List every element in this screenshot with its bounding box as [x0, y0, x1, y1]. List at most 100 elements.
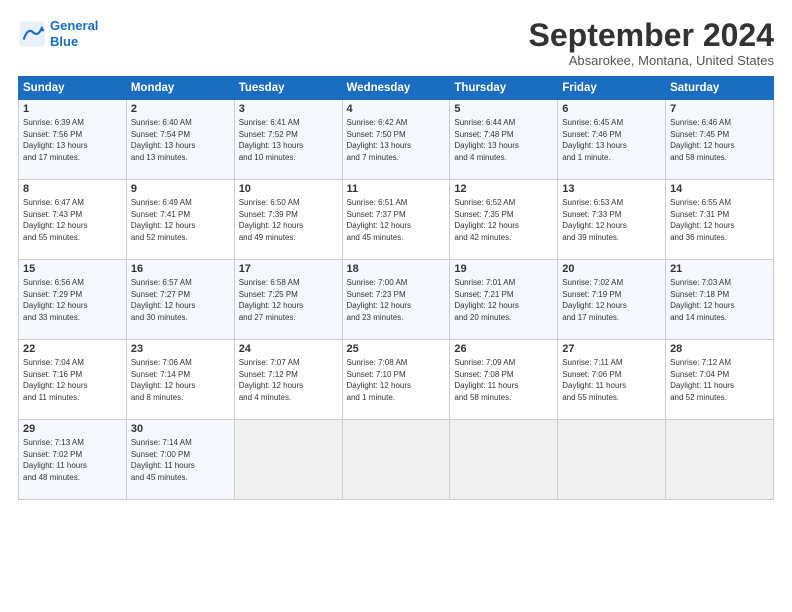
day-cell: [234, 420, 342, 500]
day-info: Sunrise: 6:53 AM Sunset: 7:33 PM Dayligh…: [562, 197, 661, 243]
day-info: Sunrise: 6:52 AM Sunset: 7:35 PM Dayligh…: [454, 197, 553, 243]
day-number: 18: [347, 263, 446, 275]
day-cell: 14 Sunrise: 6:55 AM Sunset: 7:31 PM Dayli…: [666, 180, 774, 260]
day-cell: 17Sunrise: 6:58 AM Sunset: 7:25 PM Dayli…: [234, 260, 342, 340]
week-row-4: 22 Sunrise: 7:04 AM Sunset: 7:16 PM Dayli…: [19, 340, 774, 420]
day-number: 8: [23, 183, 122, 195]
day-cell: 2 Sunrise: 6:40 AM Sunset: 7:54 PM Daylig…: [126, 100, 234, 180]
day-cell: 29 Sunrise: 7:13 AM Sunset: 7:02 PM Dayli…: [19, 420, 127, 500]
day-number: 3: [239, 103, 338, 115]
day-number: 22: [23, 343, 122, 355]
day-cell: 28Sunrise: 7:12 AM Sunset: 7:04 PM Dayli…: [666, 340, 774, 420]
day-number: 4: [347, 103, 446, 115]
day-number: 7: [670, 103, 769, 115]
day-cell: 23 Sunrise: 7:06 AM Sunset: 7:14 PM Dayli…: [126, 340, 234, 420]
day-info: Sunrise: 7:14 AM Sunset: 7:00 PM Dayligh…: [131, 437, 230, 483]
day-number: 13: [562, 183, 661, 195]
header-row: SundayMondayTuesdayWednesdayThursdayFrid…: [19, 77, 774, 100]
day-info: Sunrise: 6:46 AM Sunset: 7:45 PM Dayligh…: [670, 117, 769, 163]
title-block: September 2024 Absarokee, Montana, Unite…: [529, 18, 774, 68]
day-cell: 30Sunrise: 7:14 AM Sunset: 7:00 PM Dayli…: [126, 420, 234, 500]
day-number: 2: [131, 103, 230, 115]
day-number: 9: [131, 183, 230, 195]
day-info: Sunrise: 7:01 AM Sunset: 7:21 PM Dayligh…: [454, 277, 553, 323]
day-number: 6: [562, 103, 661, 115]
day-info: Sunrise: 6:45 AM Sunset: 7:46 PM Dayligh…: [562, 117, 661, 163]
header-cell-thursday: Thursday: [450, 77, 558, 100]
day-number: 5: [454, 103, 553, 115]
calendar-table: SundayMondayTuesdayWednesdayThursdayFrid…: [18, 76, 774, 500]
day-cell: 3 Sunrise: 6:41 AM Sunset: 7:52 PM Daylig…: [234, 100, 342, 180]
day-info: Sunrise: 7:03 AM Sunset: 7:18 PM Dayligh…: [670, 277, 769, 323]
day-cell: 19 Sunrise: 7:01 AM Sunset: 7:21 PM Dayli…: [450, 260, 558, 340]
day-cell: 25 Sunrise: 7:08 AM Sunset: 7:10 PM Dayli…: [342, 340, 450, 420]
day-info: Sunrise: 7:13 AM Sunset: 7:02 PM Dayligh…: [23, 437, 122, 483]
day-number: 11: [347, 183, 446, 195]
week-row-2: 8 Sunrise: 6:47 AM Sunset: 7:43 PM Daylig…: [19, 180, 774, 260]
day-cell: [450, 420, 558, 500]
day-number: 26: [454, 343, 553, 355]
day-info: Sunrise: 7:00 AM Sunset: 7:23 PM Dayligh…: [347, 277, 446, 323]
day-info: Sunrise: 6:47 AM Sunset: 7:43 PM Dayligh…: [23, 197, 122, 243]
day-number: 29: [23, 423, 122, 435]
day-info: Sunrise: 6:55 AM Sunset: 7:31 PM Dayligh…: [670, 197, 769, 243]
day-number: 24: [239, 343, 338, 355]
day-cell: 24 Sunrise: 7:07 AM Sunset: 7:12 PM Dayli…: [234, 340, 342, 420]
day-cell: 11Sunrise: 6:51 AM Sunset: 7:37 PM Dayli…: [342, 180, 450, 260]
day-info: Sunrise: 6:50 AM Sunset: 7:39 PM Dayligh…: [239, 197, 338, 243]
day-cell: [666, 420, 774, 500]
day-cell: 8 Sunrise: 6:47 AM Sunset: 7:43 PM Daylig…: [19, 180, 127, 260]
day-info: Sunrise: 7:02 AM Sunset: 7:19 PM Dayligh…: [562, 277, 661, 323]
day-cell: 5Sunrise: 6:44 AM Sunset: 7:48 PM Daylig…: [450, 100, 558, 180]
week-row-3: 15Sunrise: 6:56 AM Sunset: 7:29 PM Dayli…: [19, 260, 774, 340]
week-row-5: 29 Sunrise: 7:13 AM Sunset: 7:02 PM Dayli…: [19, 420, 774, 500]
day-cell: 16Sunrise: 6:57 AM Sunset: 7:27 PM Dayli…: [126, 260, 234, 340]
day-number: 28: [670, 343, 769, 355]
day-number: 12: [454, 183, 553, 195]
logo-blue: Blue: [50, 34, 98, 50]
header-cell-tuesday: Tuesday: [234, 77, 342, 100]
day-cell: 10 Sunrise: 6:50 AM Sunset: 7:39 PM Dayli…: [234, 180, 342, 260]
day-cell: 13 Sunrise: 6:53 AM Sunset: 7:33 PM Dayli…: [558, 180, 666, 260]
day-cell: 12 Sunrise: 6:52 AM Sunset: 7:35 PM Dayli…: [450, 180, 558, 260]
day-info: Sunrise: 6:40 AM Sunset: 7:54 PM Dayligh…: [131, 117, 230, 163]
day-number: 23: [131, 343, 230, 355]
day-info: Sunrise: 6:42 AM Sunset: 7:50 PM Dayligh…: [347, 117, 446, 163]
day-cell: 26 Sunrise: 7:09 AM Sunset: 7:08 PM Dayli…: [450, 340, 558, 420]
header-cell-wednesday: Wednesday: [342, 77, 450, 100]
day-number: 25: [347, 343, 446, 355]
day-cell: 20Sunrise: 7:02 AM Sunset: 7:19 PM Dayli…: [558, 260, 666, 340]
day-cell: 7 Sunrise: 6:46 AM Sunset: 7:45 PM Daylig…: [666, 100, 774, 180]
day-info: Sunrise: 6:49 AM Sunset: 7:41 PM Dayligh…: [131, 197, 230, 243]
day-number: 14: [670, 183, 769, 195]
day-info: Sunrise: 7:08 AM Sunset: 7:10 PM Dayligh…: [347, 357, 446, 403]
header-cell-sunday: Sunday: [19, 77, 127, 100]
day-info: Sunrise: 7:06 AM Sunset: 7:14 PM Dayligh…: [131, 357, 230, 403]
month-title: September 2024: [529, 18, 774, 53]
day-cell: [342, 420, 450, 500]
header-cell-friday: Friday: [558, 77, 666, 100]
day-cell: [558, 420, 666, 500]
day-cell: 22 Sunrise: 7:04 AM Sunset: 7:16 PM Dayli…: [19, 340, 127, 420]
day-cell: 4 Sunrise: 6:42 AM Sunset: 7:50 PM Daylig…: [342, 100, 450, 180]
day-cell: 6 Sunrise: 6:45 AM Sunset: 7:46 PM Daylig…: [558, 100, 666, 180]
day-info: Sunrise: 6:39 AM Sunset: 7:56 PM Dayligh…: [23, 117, 122, 163]
header-cell-monday: Monday: [126, 77, 234, 100]
day-info: Sunrise: 7:04 AM Sunset: 7:16 PM Dayligh…: [23, 357, 122, 403]
logo: General Blue: [18, 18, 98, 49]
day-info: Sunrise: 6:41 AM Sunset: 7:52 PM Dayligh…: [239, 117, 338, 163]
day-cell: 21 Sunrise: 7:03 AM Sunset: 7:18 PM Dayli…: [666, 260, 774, 340]
day-cell: 27Sunrise: 7:11 AM Sunset: 7:06 PM Dayli…: [558, 340, 666, 420]
day-info: Sunrise: 6:56 AM Sunset: 7:29 PM Dayligh…: [23, 277, 122, 323]
day-info: Sunrise: 7:11 AM Sunset: 7:06 PM Dayligh…: [562, 357, 661, 403]
day-cell: 18 Sunrise: 7:00 AM Sunset: 7:23 PM Dayli…: [342, 260, 450, 340]
day-number: 19: [454, 263, 553, 275]
day-number: 10: [239, 183, 338, 195]
day-info: Sunrise: 7:09 AM Sunset: 7:08 PM Dayligh…: [454, 357, 553, 403]
day-number: 17: [239, 263, 338, 275]
day-info: Sunrise: 6:57 AM Sunset: 7:27 PM Dayligh…: [131, 277, 230, 323]
page: General Blue September 2024 Absarokee, M…: [0, 0, 792, 612]
day-info: Sunrise: 7:07 AM Sunset: 7:12 PM Dayligh…: [239, 357, 338, 403]
day-number: 21: [670, 263, 769, 275]
week-row-1: 1Sunrise: 6:39 AM Sunset: 7:56 PM Daylig…: [19, 100, 774, 180]
